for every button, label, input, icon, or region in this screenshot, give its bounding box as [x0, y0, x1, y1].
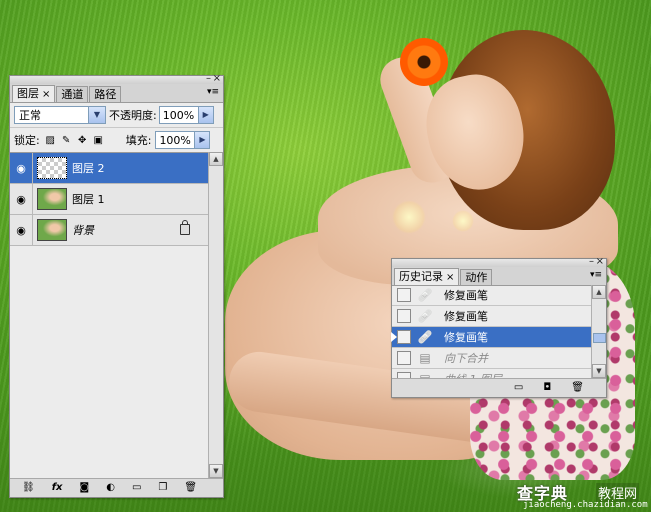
layers-panel-tabs: 图层 × 通道 路径 ▾≡: [10, 84, 223, 103]
tab-history-label: 历史记录: [399, 270, 443, 283]
fill-value: 100%: [159, 133, 191, 147]
history-item-label: 修复画笔: [444, 331, 488, 344]
light-flare: [392, 200, 426, 234]
fill-slider-arrow-icon[interactable]: ▶: [194, 132, 210, 148]
scroll-up-icon[interactable]: ▲: [592, 285, 606, 299]
panel-menu-icon[interactable]: ▾≡: [589, 269, 603, 281]
scroll-down-icon[interactable]: ▼: [592, 364, 606, 378]
history-footer: ▭ ◘ 🗑: [392, 378, 606, 397]
history-item[interactable]: ▤ 向下合并: [392, 348, 591, 369]
opacity-field[interactable]: 100% ▶: [158, 106, 214, 124]
history-item-label: 修复画笔: [444, 310, 488, 323]
new-layer-icon[interactable]: ❐: [158, 482, 167, 494]
scroll-up-icon[interactable]: ▲: [209, 152, 223, 166]
lock-all-icon[interactable]: ▣: [93, 135, 104, 146]
orange-flower: [400, 38, 448, 86]
opacity-label: 不透明度:: [109, 109, 157, 122]
tab-paths-label: 路径: [94, 88, 117, 101]
opacity-value: 100%: [162, 108, 195, 122]
new-document-icon[interactable]: ▭: [514, 382, 523, 394]
watermark-url: jiaocheng.chazidian.com: [523, 500, 648, 510]
tab-paths[interactable]: 路径: [89, 86, 122, 102]
close-tab-icon[interactable]: ×: [42, 89, 50, 100]
panel-menu-icon[interactable]: ▾≡: [206, 86, 220, 98]
history-item[interactable]: 🩹 修复画笔: [392, 285, 591, 306]
history-snapshot-checkbox[interactable]: [397, 309, 411, 323]
chevron-down-icon[interactable]: ▼: [88, 107, 105, 123]
fx-icon[interactable]: fx: [52, 482, 63, 494]
layer-thumbnail: [37, 188, 67, 210]
layers-footer: ⛓ fx ◙ ◐ ▭ ❐ 🗑: [10, 478, 223, 497]
layers-list: ◉ 图层 2 ◉ 图层 1 ◉ 背景: [10, 152, 208, 246]
blend-mode-select[interactable]: 正常 ▼: [14, 106, 106, 124]
minimize-icon[interactable]: –: [589, 257, 594, 267]
layer-row[interactable]: ◉ 背景: [10, 215, 208, 246]
close-panel-icon[interactable]: ×: [596, 257, 604, 267]
minimize-icon[interactable]: –: [206, 74, 211, 84]
visibility-eye-icon[interactable]: ◉: [10, 153, 33, 183]
trash-icon[interactable]: 🗑: [571, 382, 584, 394]
layer-lock-icon: [180, 220, 190, 235]
light-flare: [452, 210, 474, 232]
layer-name[interactable]: 图层 1: [72, 191, 208, 207]
opacity-slider-arrow-icon[interactable]: ▶: [197, 107, 213, 123]
history-item[interactable]: 🩹 修复画笔: [392, 306, 591, 327]
fill-field[interactable]: 100% ▶: [155, 131, 211, 149]
lock-label: 锁定:: [14, 134, 40, 147]
history-item[interactable]: 🩹 修复画笔: [391, 327, 591, 348]
layers-panel: – × 图层 × 通道 路径 ▾≡ 正常 ▼ 不透明度: 100% ▶ 锁定: ▨…: [9, 74, 224, 498]
link-icon[interactable]: ⛓: [22, 482, 35, 494]
tab-history[interactable]: 历史记录 ×: [394, 268, 460, 285]
history-scrollbar[interactable]: ▲ ▼: [591, 285, 606, 378]
history-snapshot-checkbox[interactable]: [397, 351, 411, 365]
history-item-label: 向下合并: [444, 352, 488, 365]
layer-row[interactable]: ◉ 图层 2: [10, 153, 208, 184]
blend-row: 正常 ▼ 不透明度: 100% ▶: [10, 103, 223, 127]
lock-row: 锁定: ▨ ✎ ✥ ▣ 填充: 100% ▶: [10, 127, 223, 152]
layers-panel-titlebar[interactable]: – ×: [10, 74, 223, 84]
healing-brush-icon: 🩹: [417, 309, 433, 323]
merge-layer-icon: ▤: [419, 351, 431, 365]
history-snapshot-checkbox[interactable]: [397, 288, 411, 302]
history-panel-tabs: 历史记录 × 动作 ▾≡: [392, 267, 606, 286]
history-panel-titlebar[interactable]: – ×: [392, 257, 606, 267]
layers-scrollbar[interactable]: ▲ ▼: [208, 152, 223, 478]
layer-name[interactable]: 图层 2: [72, 160, 208, 176]
history-panel: – × 历史记录 × 动作 ▾≡ 🩹 修复画笔 🩹 修复画笔 🩹 修复画笔 ▤ 向…: [391, 257, 607, 398]
snapshot-icon[interactable]: ◘: [543, 382, 551, 394]
visibility-eye-icon[interactable]: ◉: [10, 184, 33, 214]
visibility-eye-icon[interactable]: ◉: [10, 215, 33, 245]
lock-pixels-icon[interactable]: ✎: [61, 135, 72, 146]
layer-thumbnail: [37, 219, 67, 241]
history-item-label: 修复画笔: [444, 289, 488, 302]
history-state-marker-icon: [391, 332, 397, 342]
trash-icon[interactable]: 🗑: [184, 482, 197, 494]
fill-label: 填充:: [125, 134, 152, 147]
healing-brush-icon: 🩹: [417, 330, 433, 344]
tab-actions[interactable]: 动作: [460, 269, 493, 285]
scroll-down-icon[interactable]: ▼: [209, 464, 223, 478]
tab-actions-label: 动作: [465, 271, 488, 284]
folder-icon[interactable]: ▭: [132, 482, 141, 494]
history-list: 🩹 修复画笔 🩹 修复画笔 🩹 修复画笔 ▤ 向下合并 ▤ 曲线 1 图层: [391, 285, 591, 390]
tab-layers-label: 图层: [17, 87, 39, 100]
lock-transparency-icon[interactable]: ▨: [45, 135, 56, 146]
lock-position-icon[interactable]: ✥: [77, 135, 88, 146]
scroll-thumb[interactable]: [593, 333, 606, 343]
tab-layers[interactable]: 图层 ×: [12, 85, 56, 102]
tab-channels[interactable]: 通道: [56, 86, 89, 102]
close-panel-icon[interactable]: ×: [213, 74, 221, 84]
adjustment-icon[interactable]: ◐: [106, 482, 115, 494]
healing-brush-icon: 🩹: [417, 288, 433, 302]
layer-row[interactable]: ◉ 图层 1: [10, 184, 208, 215]
blend-mode-value: 正常: [19, 109, 41, 122]
layer-thumbnail: [37, 157, 67, 179]
close-tab-icon[interactable]: ×: [446, 272, 454, 283]
tab-channels-label: 通道: [61, 88, 84, 101]
mask-icon[interactable]: ◙: [80, 482, 90, 494]
history-snapshot-checkbox[interactable]: [397, 330, 411, 344]
